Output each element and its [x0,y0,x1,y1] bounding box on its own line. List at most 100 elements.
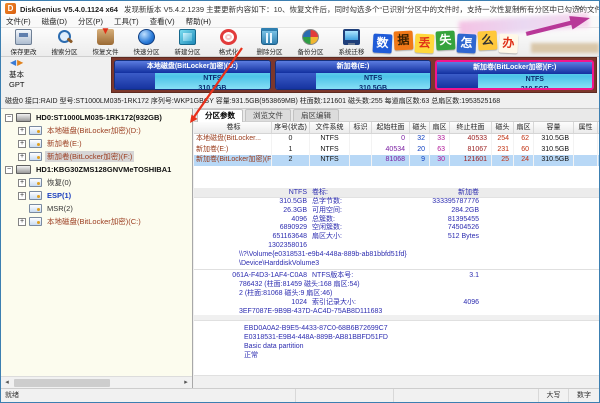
menu-item-3[interactable]: 工具(T) [114,16,139,27]
table-cell: 新加卷(E:) [194,144,272,155]
toolbar-button-pie[interactable]: 备份分区 [290,28,331,57]
detail-row-3: 4096 总簇数: 81395455 [194,216,599,225]
tab-2[interactable]: 扇区编辑 [293,109,339,121]
sidebar-item-7[interactable]: MSR(2) [1,202,192,215]
partition-detail-panel: 分区参数 浏览文件 扇区编辑 卷标 序号(状态) 文件系统 标识 起始柱面 磁头 扇区 终止柱面磁… [194,108,599,388]
table-row-0[interactable]: 本地磁盘(BitLocker... 0 NTFS 0 32 33 40533 254 62 310… [194,134,599,145]
scroll-right-icon[interactable]: ▸ [180,377,192,388]
partition-block-name: 新加卷(BitLocker加密)(F:) [437,62,593,74]
monitor-icon [343,29,360,45]
status-ready: 就绪 [1,389,296,402]
table-cell: 新加卷(BitLocker加密)(F:) [194,155,272,166]
table-row-1[interactable]: 新加卷(E:) 1 NTFS 40534 20 63 81067 231 60 310.5GB [194,144,599,155]
tree-item-label: MSR(2) [47,204,73,213]
expand-icon[interactable]: + [18,139,26,148]
partition-size: 310.5GB [520,86,549,90]
menu-item-0[interactable]: 文件(F) [6,16,31,27]
detail-row-2: 26.3GB 可用空间: 284.2GB [194,207,599,216]
menu-item-4[interactable]: 查看(V) [150,16,175,27]
column-header-7[interactable]: 终止柱面 [450,122,492,133]
partition-block-1[interactable]: 新加卷(E:) NTFS 310.5GB [274,60,432,90]
column-header-0[interactable]: 卷标 [194,122,272,133]
table-cell: 81068 [372,155,410,166]
disk-icon [16,165,31,174]
search-icon [56,29,73,45]
tree-horizontal-scrollbar[interactable]: ◂ ▸ [1,376,192,388]
table-cell [350,155,372,166]
tab-0[interactable]: 分区参数 [197,109,243,122]
scroll-left-icon[interactable]: ◂ [1,377,13,388]
column-header-1[interactable]: 序号(状态) [272,122,310,133]
column-header-11[interactable]: 属性 [574,122,598,133]
recover-icon [97,27,114,45]
detail-row-13: 1024 索引记录大小: 4096 [194,299,599,308]
partition-block-name: 本地磁盘(BitLocker加密)(D:) [115,61,270,73]
expand-icon[interactable]: + [18,178,26,187]
toolbar-button-search[interactable]: 搜索分区 [44,28,85,57]
volume-icon [29,126,42,135]
detail-row-1: 310.5GB 总字节数: 333395787776 [194,198,599,207]
trash-icon [261,28,278,45]
column-header-4[interactable]: 起始柱面 [372,122,410,133]
toolbar-button-monitor[interactable]: 系统迁移 [331,28,372,57]
detail-row-full: 3EF7087E-9B9B-437D-AC4D-75AB8D111683 [239,307,383,315]
expand-icon[interactable]: + [18,217,26,226]
menu-item-1[interactable]: 磁盘(D) [42,16,67,27]
sidebar-item-3[interactable]: + 新加卷(BitLocker加密)(F:) [1,150,192,163]
toolbar-button-recover[interactable]: 恢复文件 [85,27,126,57]
toolbar-button-format[interactable]: 格式化 [208,28,249,57]
table-cell: 63 [430,144,450,155]
toolbar-button-trash[interactable]: 删除分区 [249,28,290,57]
expand-icon[interactable]: + [18,126,26,135]
sidebar-item-4[interactable]: − HD1:KBG30ZMS128GNVMeTOSHIBA1 [1,163,192,176]
volume-icon [29,152,42,161]
table-cell: 33 [430,134,450,145]
table-row-2[interactable]: 新加卷(BitLocker加密)(F:) 2 NTFS 81068 9 30 121601 2… [194,155,599,166]
sidebar-item-6[interactable]: + ESP(1) [1,189,192,202]
column-header-2[interactable]: 文件系统 [310,122,350,133]
table-cell: 231 [492,144,514,155]
toolbar-button-new[interactable]: 新建分区 [167,28,208,57]
disk-tree: − HD0:ST1000LM035-1RK172(932GB) + 本地磁盘(BitL… [1,109,192,228]
collapse-icon[interactable]: − [5,113,13,122]
expand-icon[interactable]: + [18,152,26,161]
table-cell: 2 [272,155,310,166]
title-bar: D DiskGenius V5.4.0.1124 x64 发现新版本 V5.4.2… [1,1,599,16]
scrollbar-thumb[interactable] [14,379,110,387]
detail-left-value: NTFS [288,189,307,196]
volume-icon [29,191,42,200]
minimize-icon[interactable]: — [505,1,535,16]
sidebar-item-2[interactable]: + 新加卷(E:) [1,137,192,150]
tab-1[interactable]: 浏览文件 [245,109,291,121]
column-header-3[interactable]: 标识 [350,122,372,133]
next-disk-icon[interactable]: ▶ [17,58,24,67]
sidebar-item-1[interactable]: + 本地磁盘(BitLocker加密)(D:) [1,124,192,137]
detail-row-5: 651163648 扇区大小: 512 Bytes [194,233,599,242]
table-cell: 310.5GB [534,144,574,155]
ad-banner[interactable]: 数据丢失怎么办 [372,29,599,55]
column-header-10[interactable]: 容量 [534,122,574,133]
table-cell: 9 [410,155,430,166]
partition-block-0[interactable]: 本地磁盘(BitLocker加密)(D:) NTFS 310.5GB [114,60,271,90]
partition-block-2[interactable]: 新加卷(BitLocker加密)(F:) NTFS 310.5GB [435,60,595,90]
detail-row-10: 061A-F4D3-1AF4-C0A8 NTFS版本号: 3.1 [194,272,599,281]
toolbar-button-quick[interactable]: 快速分区 [126,28,167,57]
table-cell: 62 [514,134,534,145]
detail-row-6: 1302358016 [194,242,599,251]
blurred-ad-strip [531,43,599,53]
column-header-9[interactable]: 扇区 [514,122,534,133]
app-logo-icon: D [5,3,16,14]
column-header-6[interactable]: 扇区 [430,122,450,133]
menu-item-5[interactable]: 帮助(H) [186,16,211,27]
toolbar-button-save[interactable]: 保存更改 [3,28,44,57]
detail-right-value: 4096 [463,298,479,306]
sidebar-item-8[interactable]: + 本地磁盘(BitLocker加密)(C:) [1,215,192,228]
collapse-icon[interactable]: − [5,165,13,174]
sidebar-item-5[interactable]: + 恢复(0) [1,176,192,189]
menu-item-2[interactable]: 分区(P) [78,16,103,27]
column-header-5[interactable]: 磁头 [410,122,430,133]
disk-nav-arrows[interactable]: ◀▶ [10,58,24,67]
expand-icon[interactable]: + [18,191,26,200]
sidebar-item-0[interactable]: − HD0:ST1000LM035-1RK172(932GB) [1,111,192,124]
column-header-8[interactable]: 磁头 [492,122,514,133]
